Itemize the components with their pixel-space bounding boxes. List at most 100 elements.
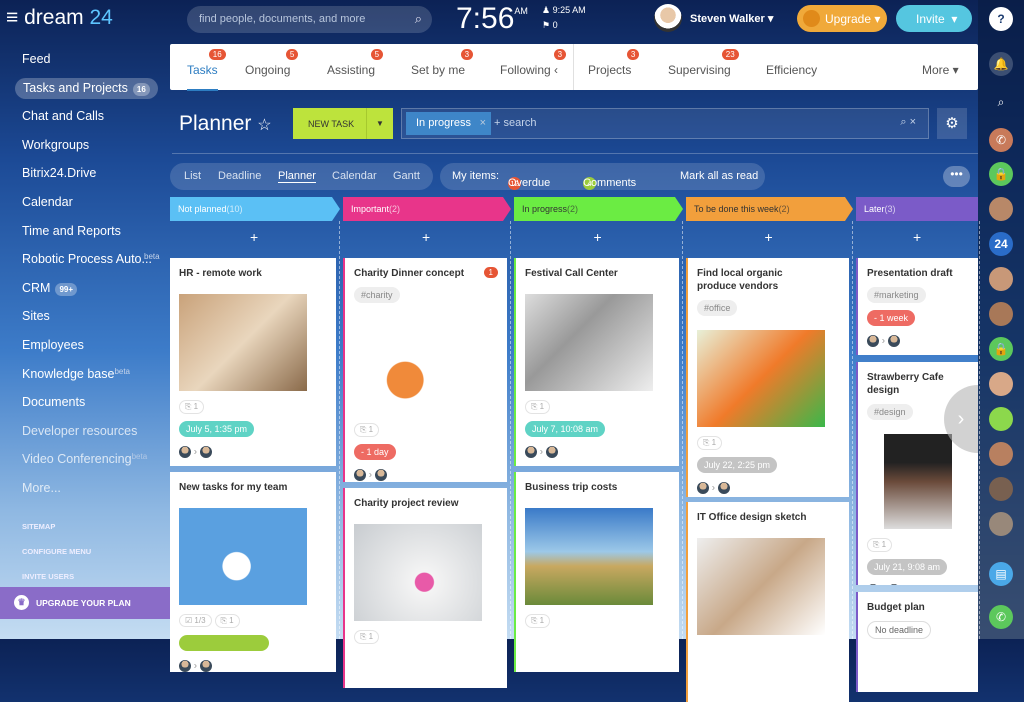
sidebar-item[interactable]: Knowledge basebeta bbox=[22, 367, 130, 381]
add-task-icon[interactable]: + bbox=[913, 229, 921, 245]
stage-later[interactable]: Later(3) bbox=[856, 197, 978, 221]
menu-icon[interactable]: ≡ bbox=[6, 6, 24, 29]
phone-icon[interactable]: ✆ bbox=[989, 605, 1013, 629]
upgrade-button[interactable]: Upgrade ▾ bbox=[797, 5, 887, 32]
tab-ongoing[interactable]: Ongoing5 bbox=[245, 63, 290, 77]
filter-search-input[interactable]: In progress× + search ⌕ × bbox=[401, 108, 929, 139]
contact-avatar[interactable] bbox=[989, 197, 1013, 221]
responsible-avatar[interactable] bbox=[546, 446, 558, 458]
search-icon[interactable]: ⌕ bbox=[989, 90, 1013, 114]
tab-supervising[interactable]: Supervising23 bbox=[668, 63, 731, 77]
tab-set-by-me[interactable]: Set by me3 bbox=[411, 63, 465, 77]
stage-important[interactable]: Important(2) bbox=[343, 197, 511, 221]
creator-avatar[interactable] bbox=[867, 584, 879, 585]
logo[interactable]: ≡ dream 24 bbox=[6, 6, 113, 30]
clock[interactable]: 7:56AM bbox=[456, 2, 528, 36]
task-card[interactable]: Business trip costs⎘ 1 bbox=[514, 472, 679, 672]
task-title[interactable]: Charity project review bbox=[354, 497, 498, 510]
task-tag[interactable]: #office bbox=[697, 300, 737, 316]
view-calendar[interactable]: Calendar bbox=[332, 170, 377, 182]
bell-icon[interactable]: 🔔 bbox=[989, 52, 1013, 76]
task-title[interactable]: HR - remote work bbox=[179, 267, 327, 280]
tab-projects[interactable]: Projects3 bbox=[588, 63, 631, 77]
deadline-badge[interactable]: - 1 day bbox=[354, 444, 396, 460]
stage-in-progress[interactable]: In progress(2) bbox=[514, 197, 683, 221]
sidebar-link[interactable]: CONFIGURE MENU bbox=[22, 547, 91, 556]
task-title[interactable]: Find local organic produce vendors bbox=[697, 267, 797, 293]
upgrade-plan-button[interactable]: ♛UPGRADE YOUR PLAN bbox=[0, 587, 170, 619]
task-card[interactable]: Presentation draft#marketing- 1 week › bbox=[856, 258, 978, 355]
responsible-avatar[interactable] bbox=[888, 584, 900, 585]
bitrix24-icon[interactable]: 24 bbox=[989, 232, 1013, 256]
task-title[interactable]: Charity Dinner concept bbox=[354, 267, 498, 280]
mark-all-read-link[interactable]: Mark all as read bbox=[680, 170, 758, 182]
task-card[interactable]: Charity project review⎘ 1 bbox=[343, 488, 507, 688]
sidebar-item[interactable]: Tasks and Projects16 bbox=[15, 78, 158, 99]
responsible-avatar[interactable] bbox=[200, 446, 212, 458]
sidebar-item[interactable]: CRM99+ bbox=[22, 281, 77, 296]
contact-avatar[interactable] bbox=[989, 477, 1013, 501]
chevron-down-icon[interactable]: ▼ bbox=[366, 108, 393, 139]
task-card[interactable]: Budget planNo deadline bbox=[856, 592, 978, 692]
deadline-badge[interactable]: - 1 week bbox=[867, 310, 915, 326]
collapse-chevron-icon[interactable]: ‹ bbox=[551, 63, 558, 77]
task-card[interactable]: Charity Dinner concept1#charity⎘ 1- 1 da… bbox=[343, 258, 507, 482]
task-card[interactable]: HR - remote work⎘ 1July 5, 1:35 pm › bbox=[170, 258, 336, 466]
search-clear-icons[interactable]: ⌕ × bbox=[900, 116, 916, 129]
task-card[interactable]: Find local organic produce vendors #offic… bbox=[686, 258, 849, 497]
contact-avatar[interactable] bbox=[989, 512, 1013, 536]
deadline-badge[interactable]: No deadline bbox=[867, 621, 931, 639]
gear-icon[interactable]: ⚙ bbox=[937, 108, 967, 139]
alarm-info[interactable]: ♟ 9:25 AM⚑ 0 bbox=[542, 3, 586, 33]
sidebar-item[interactable]: Documents bbox=[22, 395, 85, 409]
task-tag[interactable]: #charity bbox=[354, 287, 400, 303]
sidebar-item[interactable]: More... bbox=[22, 481, 61, 495]
sidebar-item[interactable]: Feed bbox=[22, 52, 51, 66]
user-menu[interactable]: Steven Walker ▾ bbox=[690, 12, 773, 25]
close-icon[interactable]: × bbox=[480, 117, 486, 129]
task-tag[interactable]: #design bbox=[867, 404, 913, 420]
creator-avatar[interactable] bbox=[179, 446, 191, 458]
contact-avatar[interactable] bbox=[989, 372, 1013, 396]
sidebar-item[interactable]: Chat and Calls bbox=[22, 109, 104, 123]
star-icon[interactable]: ☆ bbox=[257, 117, 271, 134]
tab-more[interactable]: More ▾ bbox=[922, 63, 959, 77]
filter-chip[interactable]: In progress× bbox=[406, 112, 491, 135]
creator-avatar[interactable] bbox=[867, 335, 879, 347]
creator-avatar[interactable] bbox=[354, 469, 366, 481]
task-title[interactable]: IT Office design sketch bbox=[697, 511, 840, 524]
view-planner[interactable]: Planner bbox=[278, 170, 316, 183]
lock-icon[interactable]: 🔒 bbox=[989, 337, 1013, 361]
view-list[interactable]: List bbox=[184, 170, 201, 182]
sidebar-item[interactable]: Bitrix24.Drive bbox=[22, 166, 96, 180]
deadline-badge[interactable] bbox=[179, 635, 269, 651]
responsible-avatar[interactable] bbox=[375, 469, 387, 481]
task-title[interactable]: Festival Call Center bbox=[525, 267, 670, 280]
contact-avatar[interactable] bbox=[989, 442, 1013, 466]
sidebar-item[interactable]: Employees bbox=[22, 338, 84, 352]
sidebar-item[interactable]: Robotic Process Auto...beta bbox=[22, 252, 152, 266]
responsible-avatar[interactable] bbox=[888, 335, 900, 347]
help-icon[interactable]: ? bbox=[989, 7, 1013, 31]
add-task-icon[interactable]: + bbox=[765, 229, 773, 245]
user-avatar[interactable] bbox=[654, 4, 682, 32]
tab-assisting[interactable]: Assisting5 bbox=[327, 63, 375, 77]
creator-avatar[interactable] bbox=[179, 660, 191, 672]
search-icon[interactable]: ⌕ bbox=[415, 11, 422, 27]
deadline-badge[interactable]: July 5, 1:35 pm bbox=[179, 421, 254, 437]
task-title[interactable]: Business trip costs bbox=[525, 481, 670, 494]
sidebar-link[interactable]: INVITE USERS bbox=[22, 572, 74, 581]
stage-to-be-done-this-week[interactable]: To be done this week(2) bbox=[686, 197, 853, 221]
more-options-button[interactable]: ••• bbox=[943, 166, 970, 187]
global-search-input[interactable]: find people, documents, and more⌕ bbox=[187, 6, 432, 33]
add-task-icon[interactable]: + bbox=[250, 229, 258, 245]
deadline-badge[interactable]: July 22, 2:25 pm bbox=[697, 457, 777, 473]
task-title[interactable]: New tasks for my team bbox=[179, 481, 327, 494]
tab-efficiency[interactable]: Efficiency bbox=[766, 63, 817, 77]
responsible-avatar[interactable] bbox=[200, 660, 212, 672]
task-card[interactable]: Festival Call Center⎘ 1July 7, 10:08 am … bbox=[514, 258, 679, 466]
task-tag[interactable]: #marketing bbox=[867, 287, 926, 303]
task-title[interactable]: Presentation draft bbox=[867, 267, 969, 280]
sidebar-item[interactable]: Calendar bbox=[22, 195, 73, 209]
deadline-badge[interactable]: July 7, 10:08 am bbox=[525, 421, 605, 437]
